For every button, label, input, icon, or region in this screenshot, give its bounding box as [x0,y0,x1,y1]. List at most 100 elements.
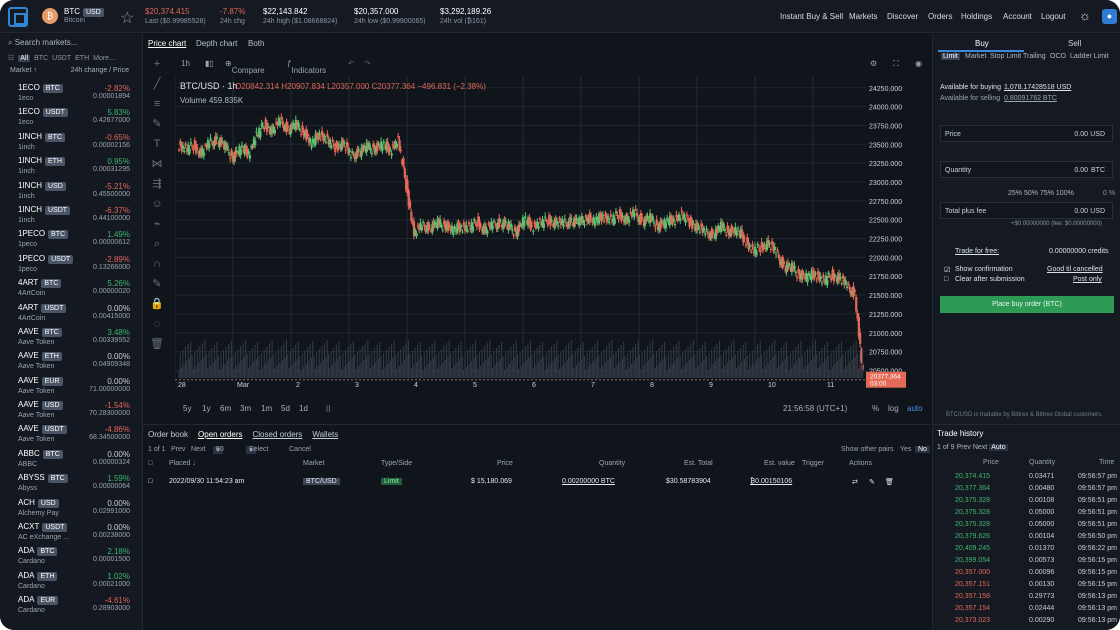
range-1m[interactable]: 1m [261,404,272,413]
place-buy-order-button[interactable]: Place buy order (BTC) [940,296,1114,313]
available-buy[interactable]: 1,078.17428518 USD [1004,84,1071,91]
price-chart[interactable]: 24250.000 24000.000 23750.000 23500.000 2325… [175,76,932,416]
market-row[interactable]: AAVE USD Aave Token -1.54% 70.28300000 [0,396,142,420]
percent-scale[interactable]: % [872,404,879,413]
percent-75[interactable]: 75% [1040,190,1054,197]
filter-usdt[interactable]: USDT [52,55,71,62]
settings-icon[interactable]: ⚙ [870,59,877,68]
zoom-icon[interactable]: ⌕ [143,234,171,254]
order-market[interactable]: BTC/USD [303,478,340,485]
range-3m[interactable]: 3m [240,404,251,413]
ruler-icon[interactable]: ⌁ [143,214,171,234]
yes-toggle[interactable]: Yes [900,446,911,453]
candlestick-chart[interactable]: 24250.000 24000.000 23750.000 23500.000 2325… [175,76,932,416]
open-order-row[interactable]: □ 2022/09/30 11:54:23 am BTC/USD Limit $ 15,… [143,478,931,492]
history-prev[interactable]: Prev [956,444,970,451]
select-dropdown[interactable]: Select ▾ [246,446,268,454]
order-checkbox[interactable]: □ [148,478,152,485]
market-row[interactable]: ABYSS BTC Abyss 1.59% 0.00000064 [0,469,142,493]
percent-50[interactable]: 50% [1024,190,1038,197]
market-row[interactable]: 1PECO USDT 1peco -2.89% 0.13266000 [0,249,142,274]
crosshair-icon[interactable]: + [143,54,171,74]
next-page-button[interactable]: Next [191,446,205,453]
market-row[interactable]: 1INCH ETH 1inch 0.95% 0.00031295 [0,152,142,176]
filter-eth[interactable]: ETH [75,55,89,62]
history-auto-select[interactable]: Auto [989,444,1008,451]
nav-orders[interactable]: Orders [928,12,952,21]
tab-wallets[interactable]: Wallets [312,430,338,439]
oco-type[interactable]: OCO [1050,53,1066,60]
ladder-limit-type[interactable]: Ladder Limit [1070,53,1109,60]
range-5y[interactable]: 5y [183,404,191,413]
sell-tab[interactable]: Sell [1068,39,1081,48]
market-column-header[interactable]: Market ↑ [10,67,37,74]
buy-tab[interactable]: Buy [975,39,989,48]
magnet-icon[interactable]: ∩ [143,254,171,274]
price-field[interactable]: Price 0.00 USD [940,125,1113,142]
tab-order-book[interactable]: Order book [148,430,188,439]
market-row[interactable]: 1ECO BTC 1eco -2.82% 0.00001894 [0,79,142,103]
market-row[interactable]: AAVE BTC Aave Token 3.48% 0.00339552 [0,322,142,347]
parallel-lines-icon[interactable]: ≡ [143,94,171,114]
delete-icon[interactable]: 🗑 [885,478,894,486]
filter-settings-icon[interactable]: ☷ [8,55,14,62]
range-1d[interactable]: 1d [299,404,308,413]
visibility-icon[interactable]: ◌ [143,314,171,334]
available-sell[interactable]: 0.80091762 BTC [1004,95,1057,102]
market-row[interactable]: 1ECO USDT 1eco 5.83% 0.42677000 [0,103,142,127]
pattern-icon[interactable]: ⋈ [143,154,171,174]
market-row[interactable]: 4ART BTC 4ArtCoin 5.26% 0.00000020 [0,274,142,298]
market-row[interactable]: 1PECO BTC 1peco 1.49% 0.00000612 [0,225,142,249]
clear-after-checkbox[interactable]: □ [944,276,948,283]
tab-price-chart[interactable]: Price chart [148,39,186,48]
market-row[interactable]: ACXT USDT AC eXchange ... 0.00% 0.00238000 [0,518,142,542]
tab-open-orders[interactable]: Open orders [198,430,242,439]
nav-logout[interactable]: Logout [1041,12,1065,21]
trailing-type[interactable]: Trailing [1023,53,1046,60]
emoji-icon[interactable]: ☺ [143,194,171,214]
market-row[interactable]: ABBC BTC ABBC 0.00% 0.00000324 [0,444,142,469]
auto-scale[interactable]: auto [907,404,923,413]
change-price-column-header[interactable]: 24h change / Price [71,67,129,74]
interval-button[interactable]: 1h [181,59,190,68]
market-row[interactable]: AAVE EUR Aave Token 0.00% 71.00000000 [0,371,142,396]
tab-both[interactable]: Both [248,39,264,48]
order-quantity[interactable]: 0.00200000 BTC [562,478,615,485]
nav-discover[interactable]: Discover [887,12,918,21]
no-toggle[interactable]: No [915,446,930,453]
post-only-link[interactable]: Post only [1073,276,1102,283]
market-row[interactable]: ADA BTC Cardano 2.18% 0.00001500 [0,542,142,566]
trade-for-free-link[interactable]: Trade for free: [955,248,999,255]
tab-closed-orders[interactable]: Closed orders [253,430,303,439]
market-row[interactable]: ADA EUR Cardano -4.61% 0.28903000 [0,591,142,615]
edit-icon[interactable]: ✎ [869,478,875,486]
market-row[interactable]: 4ART USDT 4ArtCoin 0.00% 0.00415000 [0,298,142,323]
candles-icon[interactable]: ▮▯ [205,59,214,68]
eye-icon[interactable]: ◉ [915,59,922,68]
time-in-force-select[interactable]: Good til cancelled [1047,266,1103,273]
quantity-field[interactable]: Quantity 0.00 BTC [940,161,1113,178]
per-page-select[interactable]: 50 ▾ [213,446,224,454]
cancel-button[interactable]: Cancel [289,446,311,453]
edit-route-icon[interactable]: ⇄ [852,478,858,486]
indicators-button[interactable]: ƒ Indicators [287,59,326,75]
market-row[interactable]: ADA ETH Cardano 1.02% 0.00021000 [0,566,142,591]
range-5d[interactable]: 5d [281,404,290,413]
limit-type[interactable]: Limit [941,53,960,60]
compare-button[interactable]: ⊕ Compare [225,59,265,75]
brush-icon[interactable]: ✎ [143,114,171,134]
nav-account[interactable]: Account [1003,12,1032,21]
market-row[interactable]: 1INCH USD 1inch -5.21% 0.45500000 [0,176,142,201]
drawing-lock-icon[interactable]: ✎ [143,274,171,294]
range-1y[interactable]: 1y [202,404,210,413]
market-row[interactable]: 1INCH BTC 1inch -0.65% 0.00002156 [0,127,142,152]
nav-instant-buy-sell[interactable]: Instant Buy & Sell [780,12,843,21]
fullscreen-icon[interactable]: ⛶ [893,59,899,69]
prev-page-button[interactable]: Prev [171,446,185,453]
market-row[interactable]: AAVE USDT Aave Token -4.86% 68.34500000 [0,420,142,444]
text-icon[interactable]: T [143,134,171,154]
show-confirmation-checkbox[interactable]: ☑ [944,266,950,274]
market-type[interactable]: Market [965,53,986,60]
percent-100[interactable]: 100% [1056,190,1074,197]
market-search[interactable]: ⌕ Search markets... [0,34,142,52]
